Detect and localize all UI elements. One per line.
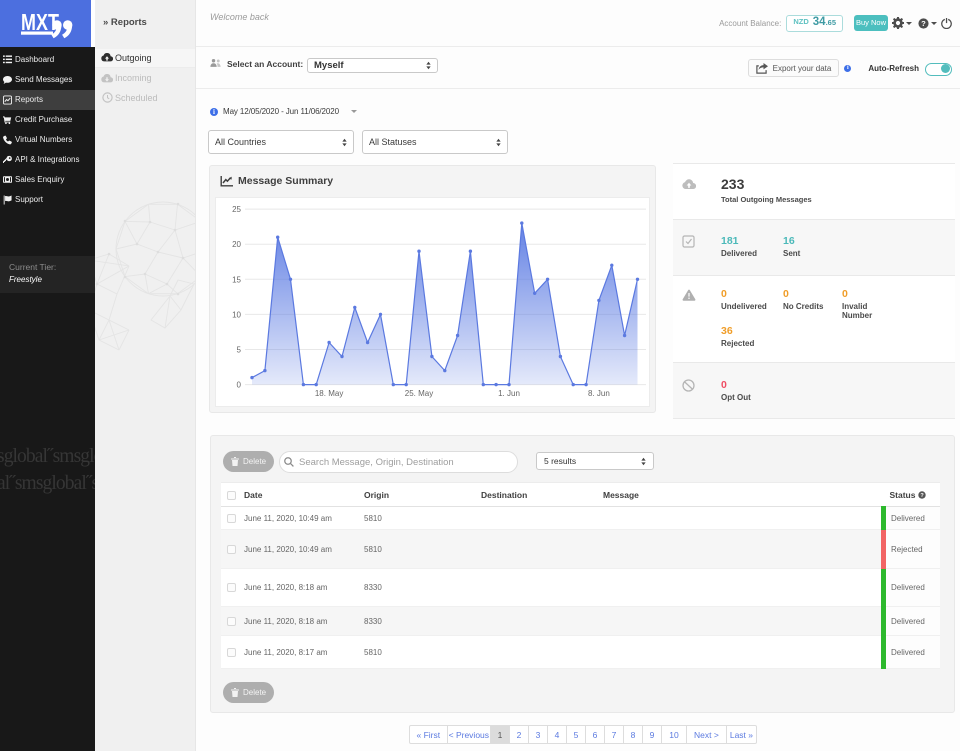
svg-text:8. Jun: 8. Jun <box>588 389 610 398</box>
svg-text:5: 5 <box>237 346 242 355</box>
svg-text:10: 10 <box>232 310 241 319</box>
svg-text:?: ? <box>921 19 926 28</box>
svg-text:20: 20 <box>232 240 241 249</box>
svg-text:1. Jun: 1. Jun <box>498 389 520 398</box>
svg-text:25: 25 <box>232 205 241 214</box>
svg-text:15: 15 <box>232 275 241 284</box>
svg-text:25. May: 25. May <box>405 389 433 398</box>
svg-text:0: 0 <box>237 381 242 390</box>
svg-text:18. May: 18. May <box>315 389 343 398</box>
